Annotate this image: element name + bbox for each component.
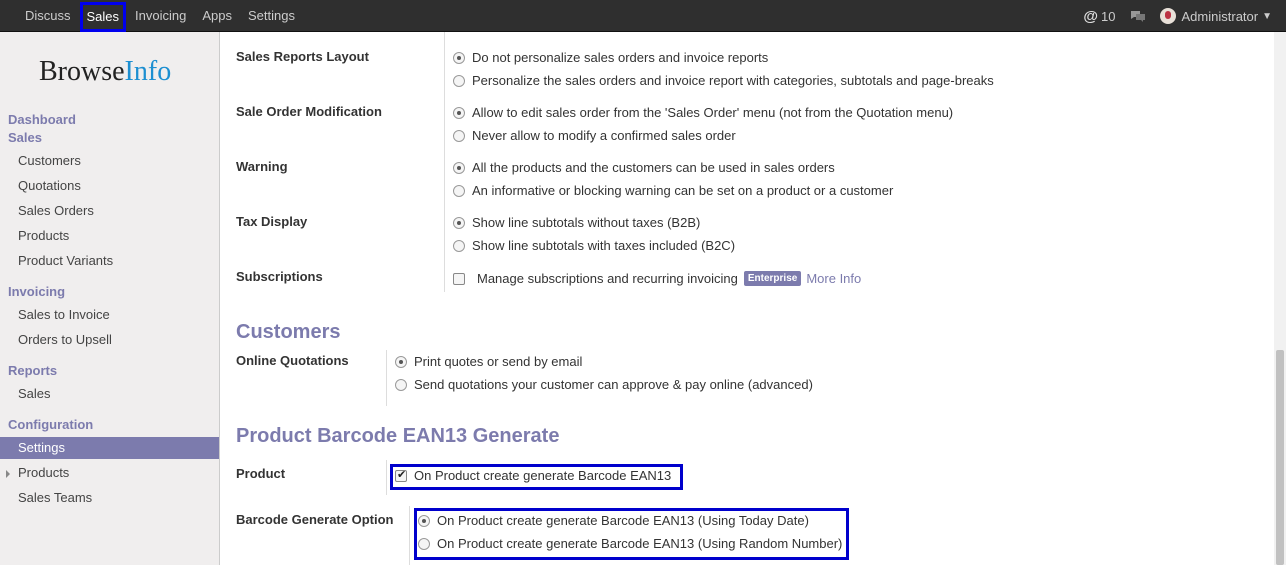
sidebar-head-invoicing: Invoicing — [8, 284, 66, 299]
caret-right-icon — [6, 470, 10, 478]
menu-apps[interactable]: Apps — [194, 0, 240, 32]
sidebar: BrowseInfo Dashboard Sales Customers Quo… — [0, 32, 220, 565]
radio-warning-1[interactable]: All the products and the customers can b… — [453, 160, 835, 175]
avatar — [1159, 8, 1176, 24]
separator — [444, 32, 445, 292]
product-barcode-checkbox[interactable] — [395, 468, 407, 482]
systray: @ 10 Administrator ▼ — [1083, 0, 1286, 32]
radio-sale-order-mod-1[interactable]: Allow to edit sales order from the 'Sale… — [453, 105, 953, 120]
label-sale-order-modification: Sale Order Modification — [236, 104, 382, 119]
menu-discuss[interactable]: Discuss — [17, 0, 79, 32]
sidebar-dashboard[interactable]: Dashboard — [8, 112, 76, 127]
label-online-quotations: Online Quotations — [236, 353, 349, 368]
subscriptions-label: Manage subscriptions and recurring invoi… — [477, 271, 738, 286]
radio-online-quotations-2[interactable]: Send quotations your customer can approv… — [395, 377, 813, 392]
label-sales-reports-layout: Sales Reports Layout — [236, 49, 369, 64]
sidebar-item-customers[interactable]: Customers — [0, 150, 219, 172]
label-barcode-option: Barcode Generate Option — [236, 512, 394, 527]
radio-barcode-option-1[interactable]: On Product create generate Barcode EAN13… — [418, 513, 809, 528]
user-menu[interactable]: Administrator ▼ — [1159, 8, 1272, 24]
app-menu: Discuss Sales Invoicing Apps Settings — [17, 0, 303, 32]
menu-sales[interactable]: Sales — [79, 1, 127, 32]
at-icon: @ — [1083, 7, 1099, 25]
caret-down-icon: ▼ — [1262, 10, 1272, 22]
sidebar-head-configuration: Configuration — [8, 417, 94, 432]
sidebar-item-reports-sales[interactable]: Sales — [0, 383, 219, 405]
separator — [409, 506, 410, 565]
sidebar-item-sales-teams[interactable]: Sales Teams — [0, 487, 219, 509]
radio-tax-display-2[interactable]: Show line subtotals with taxes included … — [453, 238, 735, 253]
menu-settings[interactable]: Settings — [240, 0, 303, 32]
section-title-customers: Customers — [236, 321, 341, 343]
settings-form: Sales Reports Layout Do not personalize … — [220, 32, 1274, 565]
sidebar-item-sales-to-invoice[interactable]: Sales to Invoice — [0, 304, 219, 326]
company-logo: BrowseInfo — [39, 56, 172, 87]
sidebar-item-orders-to-upsell[interactable]: Orders to Upsell — [0, 329, 219, 351]
sidebar-item-products[interactable]: Products — [0, 225, 219, 247]
label-tax-display: Tax Display — [236, 214, 308, 229]
sidebar-head-reports: Reports — [8, 363, 58, 378]
sidebar-item-sales-orders[interactable]: Sales Orders — [0, 200, 219, 222]
sidebar-item-product-variants[interactable]: Product Variants — [0, 250, 219, 272]
separator — [386, 350, 387, 406]
sidebar-item-config-products[interactable]: Products — [0, 462, 219, 484]
radio-sales-reports-layout-2[interactable]: Personalize the sales orders and invoice… — [453, 73, 994, 88]
subscriptions-option: Manage subscriptions and recurring invoi… — [453, 271, 861, 286]
scrollbar-thumb[interactable] — [1276, 350, 1284, 565]
product-barcode-label: On Product create generate Barcode EAN13 — [414, 468, 672, 483]
section-title-barcode: Product Barcode EAN13 Generate — [236, 425, 560, 447]
sidebar-item-quotations[interactable]: Quotations — [0, 175, 219, 197]
radio-sale-order-mod-2[interactable]: Never allow to modify a confirmed sales … — [453, 128, 736, 143]
radio-tax-display-1[interactable]: Show line subtotals without taxes (B2B) — [453, 215, 700, 230]
radio-warning-2[interactable]: An informative or blocking warning can b… — [453, 183, 893, 198]
separator — [386, 460, 387, 495]
product-barcode-option: On Product create generate Barcode EAN13 — [395, 468, 671, 483]
label-warning: Warning — [236, 159, 288, 174]
sidebar-head-sales: Sales — [8, 130, 42, 145]
more-info-link[interactable]: More Info — [806, 271, 861, 286]
radio-sales-reports-layout-1[interactable]: Do not personalize sales orders and invo… — [453, 50, 768, 65]
radio-barcode-option-2[interactable]: On Product create generate Barcode EAN13… — [418, 536, 842, 551]
mentions-button[interactable]: @ 10 — [1083, 8, 1115, 25]
top-navbar: Discuss Sales Invoicing Apps Settings @ … — [0, 0, 1286, 32]
menu-invoicing[interactable]: Invoicing — [127, 0, 194, 32]
chat-icon[interactable] — [1130, 10, 1146, 22]
radio-online-quotations-1[interactable]: Print quotes or send by email — [395, 354, 582, 369]
vertical-scrollbar[interactable] — [1274, 32, 1286, 565]
label-subscriptions: Subscriptions — [236, 269, 323, 284]
subscriptions-checkbox[interactable] — [453, 272, 465, 285]
enterprise-badge: Enterprise — [743, 271, 802, 286]
user-name: Administrator — [1181, 8, 1259, 24]
label-product: Product — [236, 466, 286, 481]
mentions-count: 10 — [1101, 8, 1116, 24]
sidebar-item-settings[interactable]: Settings — [0, 437, 219, 459]
